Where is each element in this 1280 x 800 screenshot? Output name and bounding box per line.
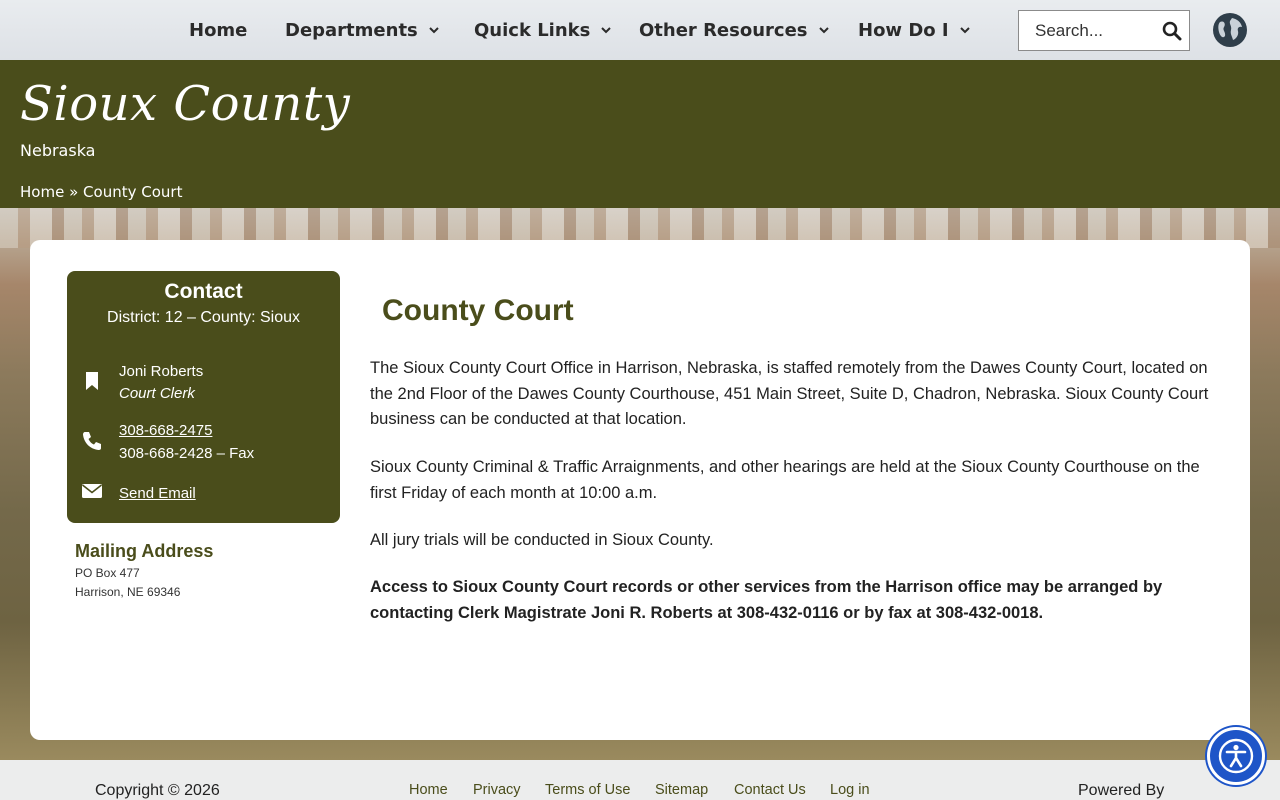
accessibility-button[interactable] bbox=[1207, 727, 1265, 785]
breadcrumb-current: County Court bbox=[83, 183, 183, 201]
search-box bbox=[1018, 10, 1190, 51]
footer-link-home[interactable]: Home bbox=[409, 782, 448, 798]
footer-link-terms[interactable]: Terms of Use bbox=[545, 782, 630, 798]
contact-phone: 308-668-2475 bbox=[119, 422, 212, 439]
contact-role: Court Clerk bbox=[119, 385, 195, 402]
powered-by: Powered By bbox=[1078, 782, 1165, 799]
footer-link-contact[interactable]: Contact Us bbox=[734, 782, 806, 798]
breadcrumb: Home » County Court bbox=[20, 183, 182, 201]
search-icon[interactable] bbox=[1162, 21, 1182, 41]
copyright: Copyright © 2026 bbox=[95, 782, 220, 799]
article-paragraph-emphasis: Access to Sioux County Court records or … bbox=[370, 578, 1163, 622]
phone-link[interactable]: 308-668-2475 bbox=[119, 422, 212, 439]
top-navigation: Home Departments Quick Links Other Resou… bbox=[0, 0, 1280, 60]
mailing-address-line: Harrison, NE 69346 bbox=[75, 585, 181, 599]
contact-district: District: 12 – County: Sioux bbox=[107, 309, 300, 326]
nav-item-home[interactable]: Home bbox=[189, 0, 247, 60]
footer-link-login[interactable]: Log in bbox=[830, 782, 870, 798]
search-input[interactable] bbox=[1019, 11, 1157, 50]
nav-item-label: How Do I bbox=[858, 19, 949, 41]
chevron-down-icon bbox=[429, 27, 439, 34]
mailing-address-line: PO Box 477 bbox=[75, 566, 140, 580]
mailing-address-title: Mailing Address bbox=[75, 541, 214, 561]
send-email-link[interactable]: Send Email bbox=[119, 485, 196, 502]
breadcrumb-separator: » bbox=[69, 183, 79, 201]
chevron-down-icon bbox=[818, 27, 829, 34]
site-subtitle: Nebraska bbox=[20, 141, 96, 160]
globe-icon[interactable] bbox=[1212, 12, 1248, 48]
bookmark-icon bbox=[86, 372, 98, 390]
accessibility-icon bbox=[1218, 738, 1254, 774]
nav-item-departments[interactable]: Departments bbox=[285, 0, 440, 60]
contact-box: Contact District: 12 – County: Sioux Jon… bbox=[67, 271, 340, 523]
article-paragraph: All jury trials will be conducted in Sio… bbox=[370, 531, 714, 549]
site-title[interactable]: Sioux County bbox=[20, 76, 350, 132]
nav-item-other-resources[interactable]: Other Resources bbox=[639, 0, 830, 60]
chevron-down-icon bbox=[601, 27, 612, 34]
contact-title: Contact bbox=[164, 280, 243, 303]
site-header: Sioux County Nebraska Home » County Cour… bbox=[0, 60, 1280, 208]
nav-item-label: Departments bbox=[285, 19, 418, 41]
footer-link-sitemap[interactable]: Sitemap bbox=[655, 782, 708, 798]
nav-item-label: Home bbox=[189, 19, 248, 41]
envelope-icon bbox=[82, 484, 102, 498]
content-card: Contact District: 12 – County: Sioux Jon… bbox=[30, 240, 1250, 740]
article-paragraph: Sioux County Criminal & Traffic Arraignm… bbox=[370, 458, 1200, 502]
contact-email: Send Email bbox=[119, 485, 196, 502]
phone-icon bbox=[83, 432, 101, 450]
nav-item-label: Quick Links bbox=[474, 19, 591, 41]
footer: Copyright © 2026 Home Privacy Terms of U… bbox=[0, 760, 1280, 800]
contact-fax: 308-668-2428 – Fax bbox=[119, 445, 255, 462]
chevron-down-icon bbox=[959, 27, 970, 34]
footer-link-privacy[interactable]: Privacy bbox=[473, 782, 521, 798]
nav-item-quick-links[interactable]: Quick Links bbox=[474, 0, 612, 60]
page-title: County Court bbox=[382, 294, 574, 327]
article-paragraph: The Sioux County Court Office in Harriso… bbox=[370, 359, 1209, 428]
contact-name: Joni Roberts bbox=[119, 363, 204, 380]
breadcrumb-home-link[interactable]: Home bbox=[20, 183, 64, 201]
nav-item-label: Other Resources bbox=[639, 19, 808, 41]
nav-item-how-do-i[interactable]: How Do I bbox=[858, 0, 971, 60]
